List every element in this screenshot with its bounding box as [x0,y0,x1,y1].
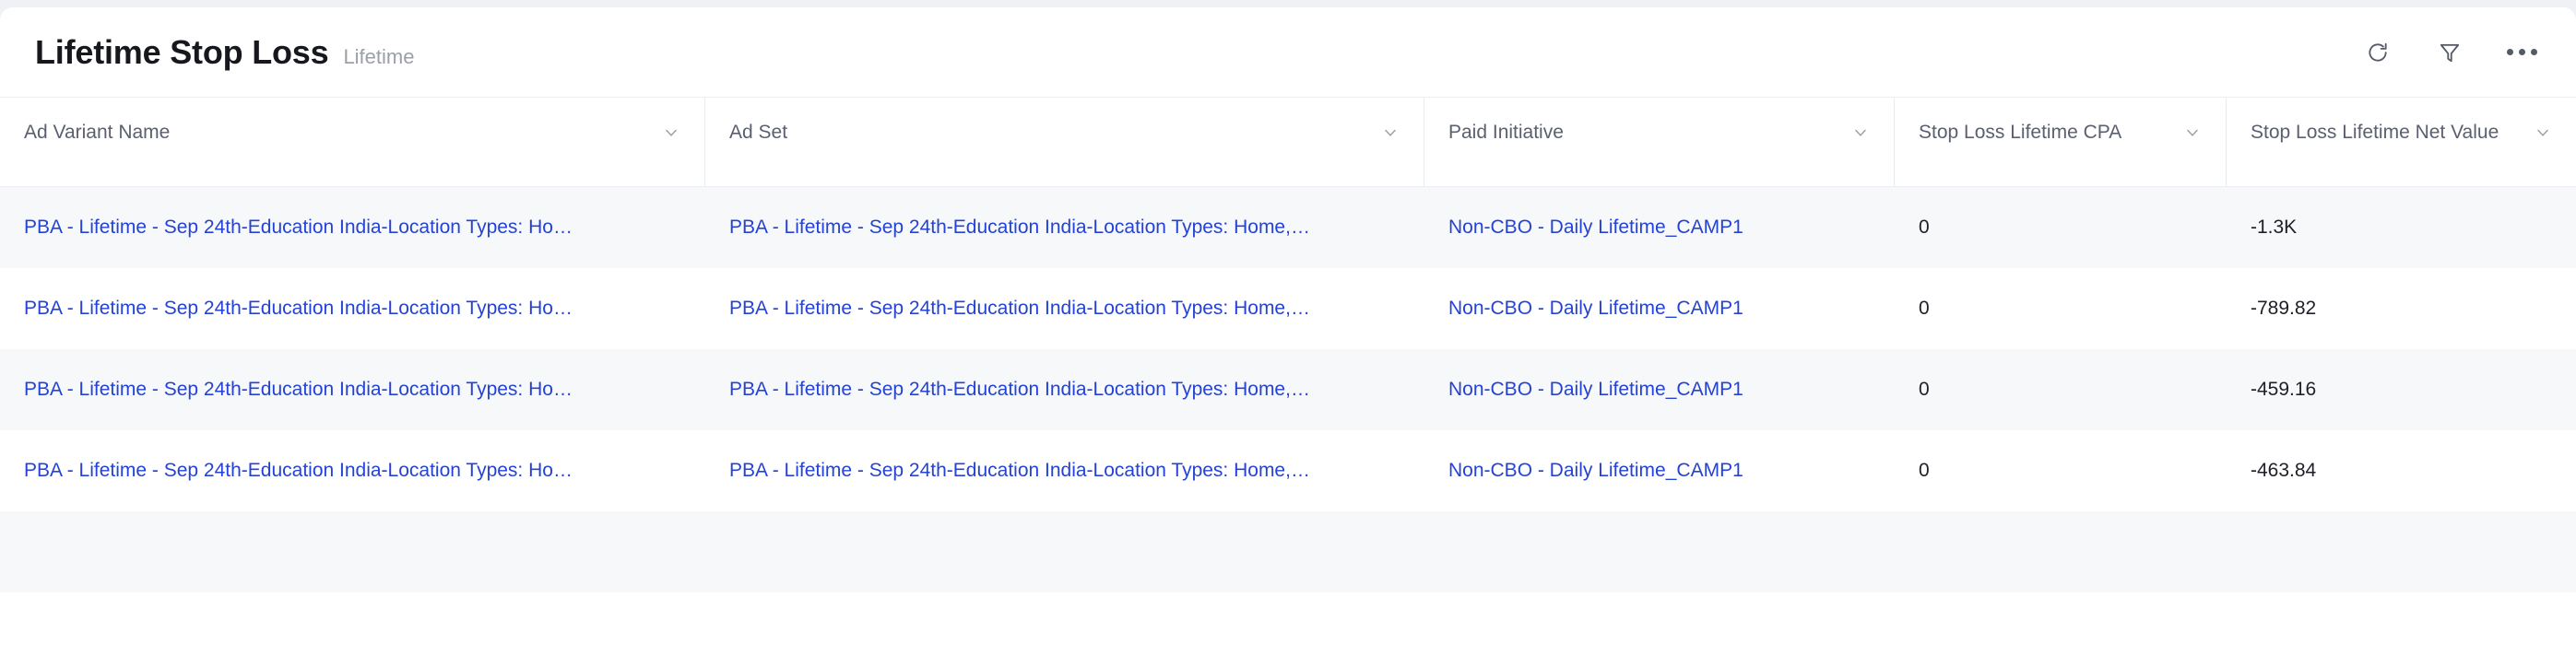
cell-paid-initiative: Non-CBO - Daily Lifetime_CAMP1 [1424,349,1895,430]
cell-paid-initiative: Non-CBO - Daily Lifetime_CAMP1 [1424,187,1895,268]
cell-ad-set: PBA - Lifetime - Sep 24th-Education Indi… [705,187,1424,268]
cell-paid-initiative: Non-CBO - Daily Lifetime_CAMP1 [1424,430,1895,511]
cell-stop-loss-lifetime-cpa: 0 [1895,430,2227,511]
stop-loss-lifetime-cpa-value: 0 [1919,298,1930,319]
table-row[interactable]: PBA - Lifetime - Sep 24th-Education Indi… [0,268,2576,349]
chevron-down-icon[interactable] [662,123,680,142]
cell-stop-loss-lifetime-net-value: -459.16 [2227,349,2576,430]
paid-initiative-link[interactable]: Non-CBO - Daily Lifetime_CAMP1 [1448,298,1743,320]
ad-set-link[interactable]: PBA - Lifetime - Sep 24th-Education Indi… [729,460,1310,482]
cell-stop-loss-lifetime-net-value: -463.84 [2227,430,2576,511]
ad-variant-name-link[interactable]: PBA - Lifetime - Sep 24th-Education Indi… [24,379,573,401]
titlebar-actions [2362,37,2537,68]
column-header-paid-initiative[interactable]: Paid Initiative [1424,98,1895,186]
cell-ad-set: PBA - Lifetime - Sep 24th-Education Indi… [705,268,1424,349]
cell-ad-set: PBA - Lifetime - Sep 24th-Education Indi… [705,349,1424,430]
chevron-down-icon[interactable] [1851,123,1870,142]
data-table: Ad Variant Name Ad Set Paid Initiative S… [0,98,2576,656]
stop-loss-lifetime-net-value-value: -459.16 [2251,379,2317,400]
cell-ad-variant-name: PBA - Lifetime - Sep 24th-Education Indi… [0,430,705,511]
titlebar: Lifetime Stop Loss Lifetime [0,7,2576,98]
column-header-label: Ad Variant Name [24,122,171,143]
table-empty-row [0,592,2576,656]
chevron-down-icon[interactable] [2183,123,2202,142]
chevron-down-icon[interactable] [2534,123,2552,142]
column-header-label: Stop Loss Lifetime CPA [1919,122,2122,143]
paid-initiative-link[interactable]: Non-CBO - Daily Lifetime_CAMP1 [1448,460,1743,482]
cell-paid-initiative: Non-CBO - Daily Lifetime_CAMP1 [1424,268,1895,349]
stop-loss-lifetime-net-value-value: -1.3K [2251,217,2298,238]
paid-initiative-link[interactable]: Non-CBO - Daily Lifetime_CAMP1 [1448,379,1743,401]
column-header-label: Paid Initiative [1448,122,1564,143]
table-header-row: Ad Variant Name Ad Set Paid Initiative S… [0,98,2576,187]
column-header-stop-loss-lifetime-net-value[interactable]: Stop Loss Lifetime Net Value [2227,98,2576,186]
table-row[interactable]: PBA - Lifetime - Sep 24th-Education Indi… [0,187,2576,268]
column-header-stop-loss-lifetime-cpa[interactable]: Stop Loss Lifetime CPA [1895,98,2227,186]
cell-stop-loss-lifetime-net-value: -1.3K [2227,187,2576,268]
stop-loss-lifetime-cpa-value: 0 [1919,460,1930,481]
cell-ad-variant-name: PBA - Lifetime - Sep 24th-Education Indi… [0,268,705,349]
ad-set-link[interactable]: PBA - Lifetime - Sep 24th-Education Indi… [729,217,1310,239]
cell-ad-set: PBA - Lifetime - Sep 24th-Education Indi… [705,430,1424,511]
page-subtitle: Lifetime [343,44,415,68]
ad-set-link[interactable]: PBA - Lifetime - Sep 24th-Education Indi… [729,298,1310,320]
ad-variant-name-link[interactable]: PBA - Lifetime - Sep 24th-Education Indi… [24,217,573,239]
refresh-icon[interactable] [2362,37,2393,68]
cell-stop-loss-lifetime-cpa: 0 [1895,349,2227,430]
table-row[interactable]: PBA - Lifetime - Sep 24th-Education Indi… [0,349,2576,430]
cell-stop-loss-lifetime-cpa: 0 [1895,187,2227,268]
stop-loss-lifetime-net-value-value: -789.82 [2251,298,2317,319]
cell-ad-variant-name: PBA - Lifetime - Sep 24th-Education Indi… [0,349,705,430]
stop-loss-lifetime-cpa-value: 0 [1919,217,1930,238]
cell-ad-variant-name: PBA - Lifetime - Sep 24th-Education Indi… [0,187,705,268]
table-row[interactable]: PBA - Lifetime - Sep 24th-Education Indi… [0,430,2576,511]
stop-loss-lifetime-net-value-value: -463.84 [2251,460,2317,481]
paid-initiative-link[interactable]: Non-CBO - Daily Lifetime_CAMP1 [1448,217,1743,239]
ad-set-link[interactable]: PBA - Lifetime - Sep 24th-Education Indi… [729,379,1310,401]
filter-icon[interactable] [2434,37,2465,68]
table-empty-row [0,511,2576,592]
ellipsis-glyph [2506,49,2537,55]
column-header-label: Ad Set [729,122,788,143]
cell-stop-loss-lifetime-cpa: 0 [1895,268,2227,349]
column-header-ad-set[interactable]: Ad Set [705,98,1424,186]
cell-stop-loss-lifetime-net-value: -789.82 [2227,268,2576,349]
ad-variant-name-link[interactable]: PBA - Lifetime - Sep 24th-Education Indi… [24,460,573,482]
page-title: Lifetime Stop Loss [35,32,329,71]
column-header-label: Stop Loss Lifetime Net Value [2251,122,2499,143]
chevron-down-icon[interactable] [1381,123,1400,142]
ad-variant-name-link[interactable]: PBA - Lifetime - Sep 24th-Education Indi… [24,298,573,320]
title-group: Lifetime Stop Loss Lifetime [35,33,414,72]
stop-loss-lifetime-cpa-value: 0 [1919,379,1930,400]
column-header-ad-variant-name[interactable]: Ad Variant Name [0,98,705,186]
more-options-icon[interactable] [2506,37,2537,68]
report-card: Lifetime Stop Loss Lifetime Ad Variant N… [0,7,2576,656]
